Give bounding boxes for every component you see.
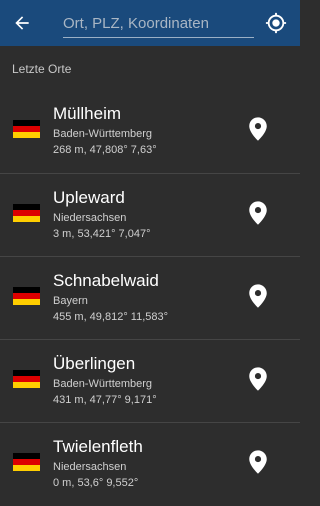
arrow-left-icon (15, 16, 29, 30)
recent-places-list: Müllheim Baden-Württemberg 268 m, 47,808… (0, 90, 300, 505)
place-region: Niedersachsen (53, 461, 127, 473)
place-coordinates: 455 m, 49,812° 11,583° (53, 311, 169, 323)
map-pin-button[interactable] (244, 281, 272, 311)
list-item-place[interactable]: Überlingen Baden-Württemberg 431 m, 47,7… (0, 339, 300, 422)
place-name: Upleward (53, 188, 125, 207)
place-coordinates: 3 m, 53,421° 7,047° (53, 228, 151, 240)
place-coordinates: 0 m, 53,6° 9,552° (53, 477, 139, 489)
flag-germany-icon (13, 453, 40, 471)
place-region: Baden-Württemberg (53, 128, 153, 140)
section-title: Letzte Orte (12, 62, 72, 76)
flag-germany-icon (13, 370, 40, 388)
flag-germany-icon (13, 120, 40, 138)
place-region: Bayern (53, 295, 88, 307)
app-bar (0, 0, 300, 46)
map-pin-button[interactable] (244, 198, 272, 228)
place-coordinates: 431 m, 47,77° 9,171° (53, 394, 157, 406)
place-name: Müllheim (53, 104, 122, 123)
map-pin-icon (249, 284, 267, 308)
flag-germany-icon (13, 287, 40, 305)
list-item-place[interactable]: Schnabelwaid Bayern 455 m, 49,812° 11,58… (0, 256, 300, 339)
flag-germany-icon (13, 204, 40, 222)
place-name: Schnabelwaid (53, 271, 159, 290)
place-region: Niedersachsen (53, 212, 127, 224)
list-item-place[interactable]: Twielenfleth Niedersachsen 0 m, 53,6° 9,… (0, 422, 300, 505)
place-name: Twielenfleth (53, 437, 143, 456)
place-name: Überlingen (53, 354, 136, 373)
locate-button[interactable] (264, 11, 288, 35)
list-item-place[interactable]: Müllheim Baden-Württemberg 268 m, 47,808… (0, 90, 300, 173)
back-button[interactable] (8, 10, 36, 36)
map-pin-button[interactable] (244, 364, 272, 394)
map-pin-icon (249, 367, 267, 391)
map-pin-icon (249, 117, 267, 141)
my-location-icon (265, 12, 287, 34)
list-item-place[interactable]: Upleward Niedersachsen 3 m, 53,421° 7,04… (0, 173, 300, 256)
map-pin-button[interactable] (244, 114, 272, 144)
place-coordinates: 268 m, 47,808° 7,63° (53, 144, 157, 156)
place-region: Baden-Württemberg (53, 378, 153, 390)
search-input[interactable] (63, 9, 254, 38)
map-pin-icon (249, 201, 267, 225)
map-pin-icon (249, 450, 267, 474)
search-field[interactable] (63, 9, 254, 39)
map-pin-button[interactable] (244, 447, 272, 477)
